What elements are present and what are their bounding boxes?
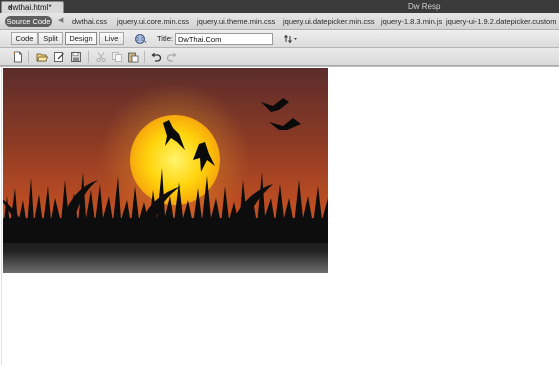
save-icon[interactable]	[70, 51, 82, 63]
design-view-button[interactable]: Design	[65, 32, 97, 45]
close-icon[interactable]: ×	[8, 3, 59, 12]
related-file-jquery-js[interactable]: jquery-1.8.3.min.js	[381, 17, 442, 26]
paste-icon[interactable]	[127, 51, 139, 63]
related-file-jquery-ui-js[interactable]: jquery-ui-1.9.2.datepicker.custom	[446, 17, 556, 26]
related-files-bar: Source Code ◀ dwthai.css jquery.ui.core.…	[0, 13, 559, 30]
source-code-button[interactable]: Source Code	[5, 16, 52, 27]
app-title: Dw Resp	[408, 2, 441, 11]
standard-toolbar	[0, 48, 559, 66]
redo-icon[interactable]	[166, 51, 178, 63]
toolbar-separator	[28, 51, 29, 63]
copy-icon[interactable]	[111, 51, 123, 63]
browse-in-bridge-icon[interactable]	[53, 51, 65, 63]
title-input[interactable]	[175, 33, 273, 45]
sunset-image[interactable]	[3, 68, 328, 273]
related-files-arrow-icon: ◀	[58, 17, 64, 24]
related-file-datepicker-css[interactable]: jquery.ui.datepicker.min.css	[283, 17, 375, 26]
open-icon[interactable]	[36, 51, 48, 63]
design-view-canvas[interactable]	[0, 66, 559, 365]
cut-icon[interactable]	[95, 51, 107, 63]
document-tab-bar: dwthai.html* × Dw Resp	[0, 0, 559, 13]
toolbar-separator	[88, 51, 89, 63]
title-label: Title:	[157, 34, 173, 43]
document-tab[interactable]: dwthai.html* ×	[1, 1, 64, 13]
document-toolbar: Code Split Design Live Title:	[0, 30, 559, 48]
preview-in-browser-icon[interactable]	[134, 33, 147, 45]
code-view-button[interactable]: Code	[11, 32, 38, 45]
related-file-dwthai-css[interactable]: dwthai.css	[72, 17, 107, 26]
split-view-button[interactable]: Split	[38, 32, 63, 45]
related-file-ui-theme-css[interactable]: jquery.ui.theme.min.css	[197, 17, 275, 26]
toolbar-separator	[144, 51, 145, 63]
file-management-icon[interactable]	[283, 33, 299, 45]
design-view-margin	[1, 67, 2, 365]
live-view-button[interactable]: Live	[99, 32, 124, 45]
new-document-icon[interactable]	[12, 51, 24, 63]
undo-icon[interactable]	[150, 51, 162, 63]
related-file-ui-core-css[interactable]: jquery.ui.core.min.css	[117, 17, 189, 26]
